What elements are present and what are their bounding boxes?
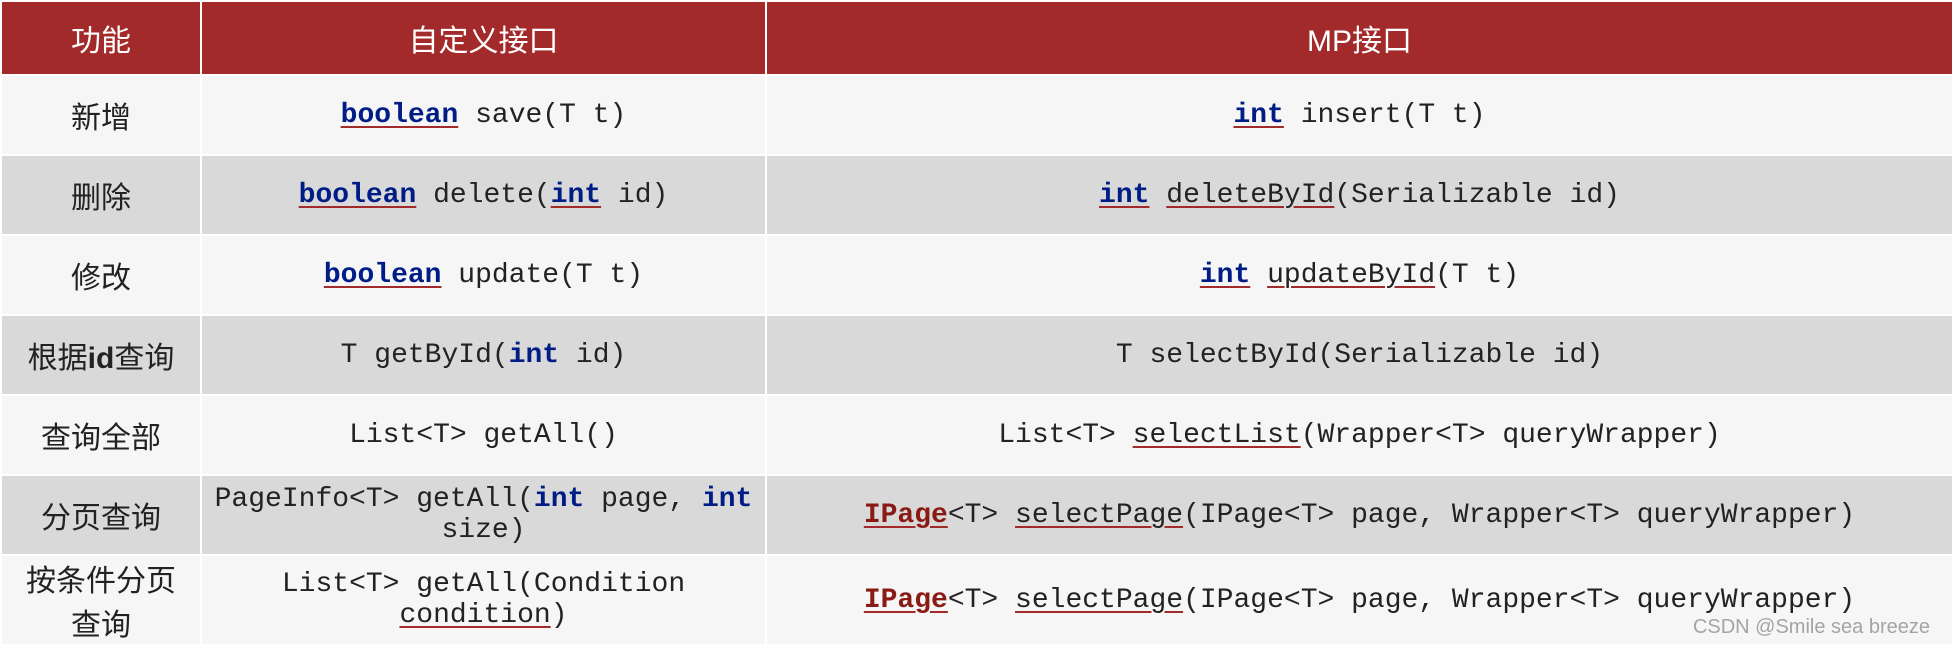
comparison-table: 功能 自定义接口 MP接口 新增boolean save(T t)int ins…: [0, 0, 1954, 645]
cell-custom-api: boolean save(T t): [201, 75, 766, 155]
cell-mp-api: IPage<T> selectPage(IPage<T> page, Wrapp…: [766, 555, 1953, 645]
table-row: 根据id查询T getById(int id)T selectById(Seri…: [1, 315, 1953, 395]
header-custom: 自定义接口: [201, 1, 766, 75]
cell-custom-api: List<T> getAll(): [201, 395, 766, 475]
table-row: 删除boolean delete(int id)int deleteById(S…: [1, 155, 1953, 235]
cell-mp-api: IPage<T> selectPage(IPage<T> page, Wrapp…: [766, 475, 1953, 555]
table-header: 功能 自定义接口 MP接口: [1, 1, 1953, 75]
cell-mp-api: int insert(T t): [766, 75, 1953, 155]
cell-feature: 查询全部: [1, 395, 201, 475]
table-row: 新增boolean save(T t)int insert(T t): [1, 75, 1953, 155]
cell-feature: 分页查询: [1, 475, 201, 555]
header-feature: 功能: [1, 1, 201, 75]
table-row: 分页查询PageInfo<T> getAll(int page, int siz…: [1, 475, 1953, 555]
cell-mp-api: int deleteById(Serializable id): [766, 155, 1953, 235]
header-mp: MP接口: [766, 1, 1953, 75]
cell-feature: 按条件分页查询: [1, 555, 201, 645]
table-body: 新增boolean save(T t)int insert(T t)删除bool…: [1, 75, 1953, 645]
cell-mp-api: T selectById(Serializable id): [766, 315, 1953, 395]
table-row: 查询全部List<T> getAll()List<T> selectList(W…: [1, 395, 1953, 475]
cell-custom-api: boolean delete(int id): [201, 155, 766, 235]
cell-custom-api: PageInfo<T> getAll(int page, int size): [201, 475, 766, 555]
table-row: 修改boolean update(T t)int updateById(T t): [1, 235, 1953, 315]
cell-feature: 新增: [1, 75, 201, 155]
cell-mp-api: List<T> selectList(Wrapper<T> queryWrapp…: [766, 395, 1953, 475]
cell-feature: 删除: [1, 155, 201, 235]
cell-mp-api: int updateById(T t): [766, 235, 1953, 315]
cell-custom-api: boolean update(T t): [201, 235, 766, 315]
table-row: 按条件分页查询List<T> getAll(Condition conditio…: [1, 555, 1953, 645]
cell-feature: 修改: [1, 235, 201, 315]
cell-custom-api: List<T> getAll(Condition condition): [201, 555, 766, 645]
cell-feature: 根据id查询: [1, 315, 201, 395]
cell-custom-api: T getById(int id): [201, 315, 766, 395]
